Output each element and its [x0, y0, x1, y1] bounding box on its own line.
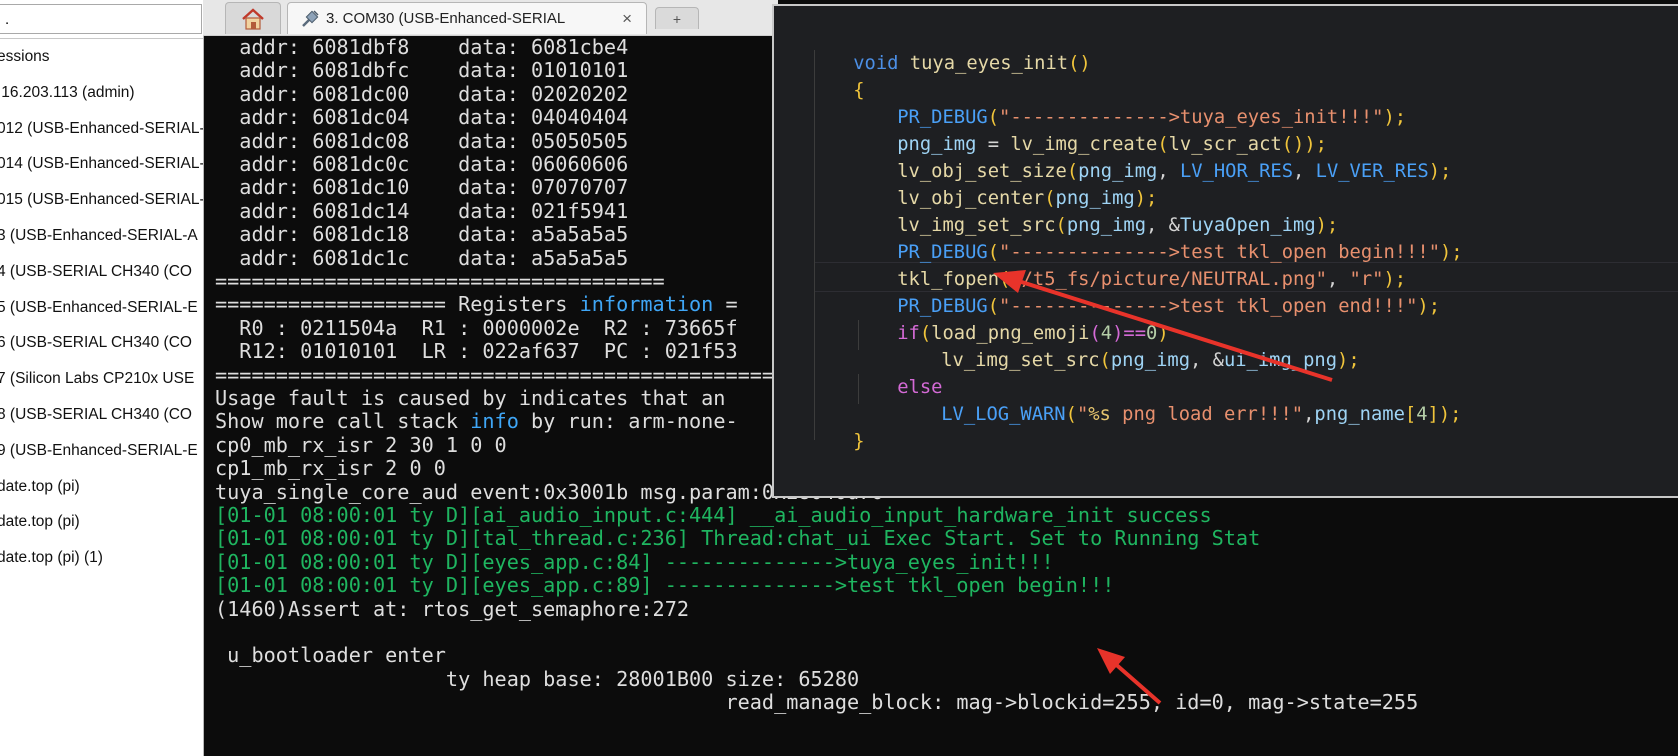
session-item[interactable]: 012 (USB-Enhanced-SERIAL- [0, 111, 203, 147]
code-line: lv_obj_set_size(png_img, LV_HOR_RES, LV_… [897, 161, 1452, 182]
terminal-line: R12: 01010101 LR : 022af637 PC : 021f53 [215, 339, 738, 364]
code-line: lv_img_set_src(png_img, &ui_img_png); [941, 350, 1360, 371]
tab-com30[interactable]: 3. COM30 (USB-Enhanced-SERIAL × [287, 2, 647, 34]
close-tab-icon[interactable]: × [622, 9, 632, 29]
code-line: else [897, 377, 943, 398]
terminal-line: ========================================… [215, 362, 775, 387]
terminal-line: read_manage_block: mag->blockid=255, id=… [215, 690, 1419, 715]
session-item[interactable]: 4 (USB-SERIAL CH340 (CO [0, 254, 203, 290]
code-line: PR_DEBUG("-------------->test tkl_open b… [897, 242, 1463, 263]
terminal-line: cp1_mb_rx_isr 2 0 0 [215, 456, 446, 481]
terminal-line: addr: 6081dc10 data: 07070707 [215, 175, 629, 200]
terminal-line: addr: 6081dc14 data: 021f5941 [215, 198, 629, 223]
terminal-line: R0 : 0211504a R1 : 0000002e R2 : 73665f [215, 315, 738, 340]
session-item[interactable]: date.top (pi) [0, 469, 203, 505]
terminal-line: addr: 6081dc04 data: 04040404 [215, 105, 629, 130]
terminal-text: = [713, 292, 738, 317]
code-line: lv_img_set_src(png_img, &TuyaOpen_img); [897, 215, 1339, 236]
session-item[interactable]: 3 (USB-Enhanced-SERIAL-A [0, 218, 203, 254]
home-icon [242, 7, 264, 30]
terminal-line: (1460)Assert at: rtos_get_semaphore:272 [215, 596, 690, 621]
terminal-keyword: info [470, 409, 519, 434]
tab-com30-label: 3. COM30 (USB-Enhanced-SERIAL [326, 10, 566, 27]
code-line: lv_obj_center(png_img); [897, 188, 1158, 209]
terminal-line: Usage fault is caused by indicates that … [215, 386, 726, 410]
terminal-line: addr: 6081dc08 data: 05050505 [215, 128, 629, 153]
terminal-line: [01-01 08:00:01 ty D][tal_thread.c:236] … [215, 526, 1261, 551]
session-item[interactable]: date.top (pi) (1) [0, 540, 203, 576]
tab-home[interactable] [225, 2, 281, 34]
session-list: essions .16.203.113 (admin) 012 (USB-Enhan… [0, 38, 203, 576]
terminal-line: addr: 6081dbfc data: 01010101 [215, 58, 629, 83]
code-line: png_img = lv_img_create(lv_scr_act()); [897, 134, 1327, 155]
terminal-line: Show more call stack info by run: arm-no… [215, 409, 738, 434]
new-tab-button[interactable]: + [655, 7, 699, 29]
code-editor-overlay: void tuya_eyes_init() { PR_DEBUG("------… [772, 4, 1678, 498]
session-item[interactable]: 8 (USB-SERIAL CH340 (CO [0, 397, 203, 433]
code-line: PR_DEBUG("-------------->tuya_eyes_init!… [897, 107, 1407, 128]
terminal-text: by run: arm-none- [518, 409, 738, 434]
terminal-line: addr: 6081dbf8 data: 6081cbe4 [215, 36, 629, 59]
code-line: tkl_fopen("/t5_fs/picture/NEUTRAL.png", … [897, 269, 1407, 290]
session-item[interactable]: 6 (USB-SERIAL CH340 (CO [0, 325, 203, 361]
session-item[interactable]: 015 (USB-Enhanced-SERIAL- [0, 182, 203, 218]
terminal-line: [01-01 08:00:01 ty D][eyes_app.c:84] ---… [215, 549, 1054, 574]
terminal-line: ty heap base: 28001B00 size: 65280 [215, 666, 860, 691]
session-item[interactable]: essions [0, 39, 203, 75]
code-line: if(load_png_emoji(4)==0) [897, 323, 1169, 344]
terminal-text: =================== Registers [215, 292, 580, 317]
code-line: LV_LOG_WARN("%s png load err!!!",png_nam… [941, 404, 1462, 425]
code-line: } [853, 431, 865, 452]
terminal-line: =================== Registers informatio… [215, 292, 738, 317]
serial-plug-icon [302, 9, 319, 27]
code-line: void tuya_eyes_init() [853, 53, 1091, 74]
terminal-line: addr: 6081dc00 data: 02020202 [215, 81, 629, 106]
terminal-line: addr: 6081dc18 data: a5a5a5a5 [215, 222, 629, 247]
plus-icon: + [672, 10, 682, 27]
terminal-text: Show more call stack [215, 409, 471, 434]
session-item[interactable]: 7 (Silicon Labs CP210x USE [0, 361, 203, 397]
terminal-line: [01-01 08:00:01 ty D][eyes_app.c:89] ---… [215, 573, 1115, 598]
terminal-line: [01-01 08:00:01 ty D][ai_audio_input.c:4… [215, 503, 1212, 527]
terminal-line: addr: 6081dc1c data: a5a5a5a5 [215, 245, 629, 270]
terminal-line: cp0_mb_rx_isr 2 30 1 0 0 [215, 432, 507, 457]
code-line: PR_DEBUG("-------------->test tkl_open e… [897, 296, 1441, 317]
session-item[interactable]: .16.203.113 (admin) [0, 75, 203, 111]
tab-bar: 3. COM30 (USB-Enhanced-SERIAL × + [203, 0, 778, 36]
terminal-line: addr: 6081dc0c data: 06060606 [215, 152, 629, 176]
terminal-line: ===================================== [215, 269, 665, 293]
session-item[interactable]: date.top (pi) [0, 504, 203, 540]
session-item[interactable]: 9 (USB-Enhanced-SERIAL-E [0, 433, 203, 469]
terminal-line: u_bootloader enter [215, 643, 446, 668]
session-item[interactable]: 5 (USB-Enhanced-SERIAL-E [0, 290, 203, 326]
session-search-input[interactable] [0, 4, 202, 34]
terminal-keyword: information [579, 292, 714, 317]
session-panel: essions.16.203.113 (admin)012 (USB-Enhan… [0, 0, 204, 756]
code-line: { [853, 80, 865, 101]
session-item[interactable]: 014 (USB-Enhanced-SERIAL- [0, 146, 203, 182]
